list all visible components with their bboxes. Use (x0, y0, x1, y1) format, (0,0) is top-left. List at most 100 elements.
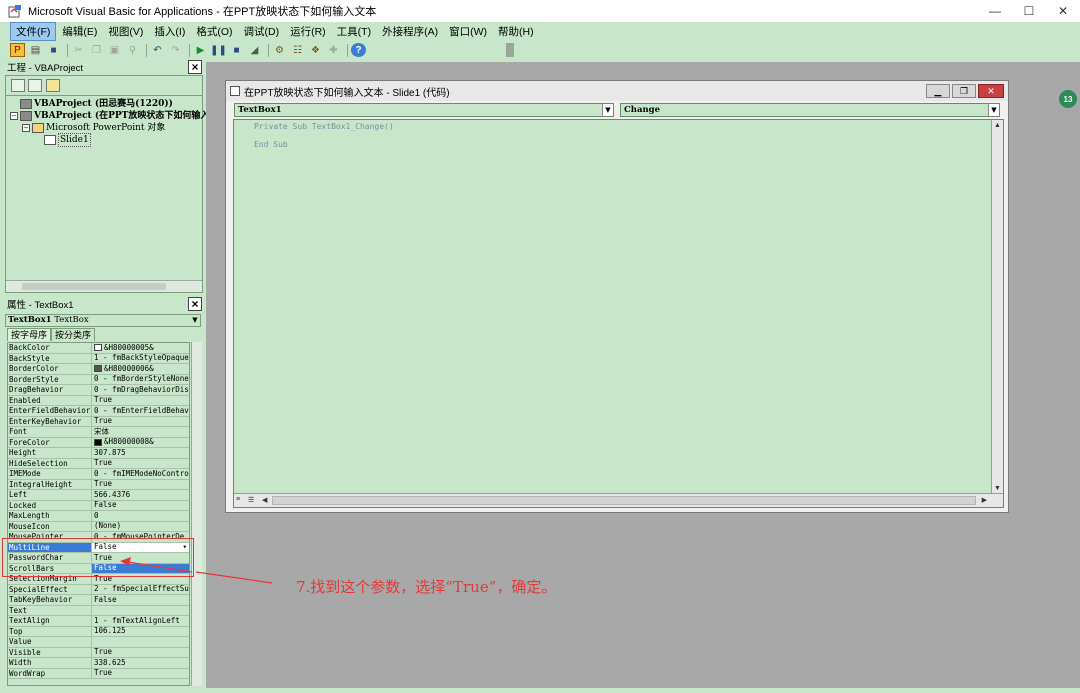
redo-icon[interactable]: ↷ (168, 43, 183, 57)
close-button[interactable]: ✕ (1046, 0, 1080, 22)
tree-node[interactable]: − VBAProject (在PPT放映状态下如何输入 (10, 110, 209, 122)
find-icon[interactable]: ⚲ (125, 43, 140, 57)
tree-expander-icon[interactable]: − (10, 112, 18, 120)
property-row[interactable]: Enabled True (8, 395, 189, 406)
menu-item[interactable]: 格式(O) (191, 23, 237, 40)
property-row[interactable]: TextAlign 1 - fmTextAlignLeft (8, 616, 189, 627)
property-row[interactable]: WordWrap True (8, 668, 189, 679)
paste-icon[interactable]: ▣ (107, 43, 122, 57)
menu-item[interactable]: 文件(F) (10, 22, 57, 41)
view-object-icon[interactable] (28, 79, 42, 92)
project-explorer-icon[interactable]: ⚙ (272, 43, 287, 57)
toolbox-icon[interactable]: ✚ (326, 43, 341, 57)
copy-icon[interactable]: ❐ (89, 43, 104, 57)
run-icon[interactable]: ▶ (193, 43, 208, 57)
project-pane-close-icon[interactable]: × (188, 60, 202, 74)
menu-item[interactable]: 工具(T) (332, 23, 376, 40)
property-row[interactable]: HideSelection True (8, 458, 189, 469)
property-row[interactable]: DragBehavior 0 - fmDragBehaviorDis (8, 385, 189, 396)
menu-item[interactable]: 外接程序(A) (377, 23, 443, 40)
menu-item[interactable]: 调试(D) (239, 23, 285, 40)
scroll-right-icon[interactable]: ▶ (982, 496, 987, 504)
tree-node[interactable]: − Microsoft PowerPoint 对象 (10, 122, 209, 134)
menu-item[interactable]: 插入(I) (149, 23, 190, 40)
property-row[interactable]: Font 宋体 (8, 427, 189, 438)
chevron-down-icon[interactable]: ▼ (190, 315, 200, 326)
property-row[interactable]: IntegralHeight True (8, 479, 189, 490)
property-row[interactable]: Visible True (8, 647, 189, 658)
property-row[interactable]: Height 307.875 (8, 448, 189, 459)
project-hscrollbar[interactable] (6, 280, 202, 292)
break-icon[interactable]: ❚❚ (210, 43, 227, 57)
scroll-thumb[interactable] (272, 496, 976, 505)
undo-icon[interactable]: ↶ (150, 43, 165, 57)
cut-icon[interactable]: ✂ (71, 43, 86, 57)
property-row[interactable]: MouseIcon (None) (8, 521, 189, 532)
property-row[interactable]: BackStyle 1 - fmBackStyleOpaque (8, 353, 189, 364)
procedure-view-icon[interactable]: ≡ (236, 496, 240, 503)
properties-vscrollbar[interactable] (191, 342, 202, 686)
save-icon[interactable]: ■ (46, 43, 61, 57)
tree-node[interactable]: Slide1 (10, 133, 209, 147)
code-restore-button[interactable]: ❐ (952, 84, 976, 98)
code-close-button[interactable]: ✕ (978, 84, 1004, 98)
menu-item[interactable]: 运行(R) (285, 23, 331, 40)
scroll-up-icon[interactable]: ▲ (994, 122, 1001, 129)
properties-pane-close-icon[interactable]: × (188, 297, 202, 311)
tab-categorized[interactable]: 按分类序 (51, 328, 96, 341)
property-row[interactable]: BackColor &H80000005& (8, 343, 189, 354)
help-icon[interactable]: ? (351, 43, 366, 57)
scroll-left-icon[interactable]: ◀ (262, 496, 267, 504)
tree-expander-icon[interactable]: − (22, 124, 30, 132)
property-row[interactable]: Locked False (8, 500, 189, 511)
reset-icon[interactable]: ■ (229, 43, 244, 57)
scroll-down-icon[interactable]: ▼ (994, 485, 1001, 492)
code-vscrollbar[interactable]: ▲ ▼ (991, 120, 1003, 494)
insert-userform-icon[interactable]: ▤ (28, 43, 43, 57)
property-row[interactable]: Value (8, 637, 189, 648)
menu-item[interactable]: 编辑(E) (57, 23, 102, 40)
code-minimize-button[interactable]: ▁ (926, 84, 950, 98)
chevron-down-icon[interactable]: ▼ (602, 104, 613, 116)
view-powerpoint-icon[interactable]: P (10, 43, 25, 57)
property-row[interactable]: Left 566.4376 (8, 490, 189, 501)
properties-window-icon[interactable]: ☷ (290, 43, 305, 57)
chevron-down-icon[interactable]: ▼ (988, 104, 999, 116)
view-code-icon[interactable] (11, 79, 25, 92)
property-name: Width (8, 658, 92, 668)
property-value: 106.125 (92, 627, 189, 637)
object-browser-icon[interactable]: ❖ (308, 43, 323, 57)
property-row[interactable]: Width 338.625 (8, 658, 189, 669)
property-row[interactable]: SpecialEffect 2 - fmSpecialEffectSu (8, 584, 189, 595)
property-row[interactable]: ForeColor &H80000008& (8, 437, 189, 448)
minimize-button[interactable]: — (978, 0, 1012, 22)
code-hscrollbar[interactable]: ≡ ☰ ◀ ▶ (234, 493, 1003, 507)
object-combo[interactable]: TextBox1 ▼ (234, 103, 614, 117)
design-mode-icon[interactable]: ◢ (247, 43, 262, 57)
tab-alphabetic[interactable]: 按字母序 (7, 328, 52, 341)
property-row[interactable]: EnterFieldBehavior 0 - fmEnterFieldBehav (8, 406, 189, 417)
menu-item[interactable]: 窗口(W) (444, 23, 492, 40)
property-row[interactable]: Text (8, 605, 189, 616)
tree-node[interactable]: VBAProject (田忌赛马(1220)) (10, 98, 209, 110)
maximize-button[interactable]: ☐ (1012, 0, 1046, 22)
scroll-thumb[interactable] (22, 283, 166, 290)
code-editor[interactable]: Private Sub TextBox1_Change() End Sub ▲ … (233, 119, 1004, 508)
property-row[interactable]: BorderColor &H80000006& (8, 364, 189, 375)
full-module-view-icon[interactable]: ☰ (248, 496, 254, 504)
toolbar-overflow[interactable] (506, 43, 514, 57)
property-row[interactable]: TabKeyBehavior False (8, 595, 189, 606)
property-row[interactable]: EnterKeyBehavior True (8, 416, 189, 427)
property-row[interactable]: Top 106.125 (8, 626, 189, 637)
property-row[interactable]: BorderStyle 0 - fmBorderStyleNone (8, 374, 189, 385)
menu-item[interactable]: 帮助(H) (493, 23, 539, 40)
toggle-folders-icon[interactable] (46, 79, 60, 92)
procedure-combo[interactable]: Change ▼ (620, 103, 1000, 117)
object-selector[interactable]: TextBox1 TextBox ▼ (5, 314, 201, 327)
property-name: BorderColor (8, 364, 92, 374)
property-row[interactable]: IMEMode 0 - fmIMEModeNoContro (8, 469, 189, 480)
property-row[interactable]: MaxLength 0 (8, 511, 189, 522)
annotation-text: 7.找到这个参数，选择“True”，确定。 (296, 578, 557, 596)
object-name: TextBox1 (8, 315, 52, 325)
menu-item[interactable]: 视图(V) (103, 23, 148, 40)
